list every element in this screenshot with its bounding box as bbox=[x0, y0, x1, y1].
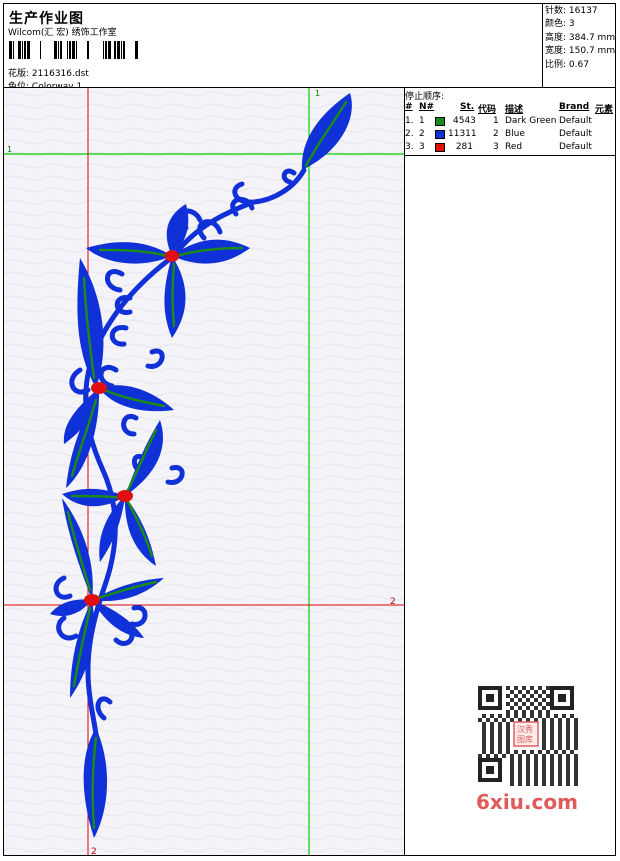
design-value: 2116316.dst bbox=[31, 69, 89, 79]
green-h-marker: 1 bbox=[7, 145, 12, 154]
panel-divider bbox=[404, 88, 405, 856]
fabric-texture bbox=[4, 88, 404, 855]
header: 生产作业图 Wilcom(汇 宏) 绣饰工作室 花版: 2116316.dst … bbox=[3, 3, 616, 92]
color-swatch-blue bbox=[435, 130, 445, 139]
barcode-icon bbox=[9, 41, 138, 59]
design-canvas: 1 1 2 2 bbox=[4, 88, 404, 855]
stat-scale: 比例: 0.67 bbox=[545, 59, 589, 70]
table-row: 2. 2 11311 2 Blue Default bbox=[405, 129, 592, 139]
col-st: St. bbox=[460, 102, 475, 112]
color-swatch-dark-green bbox=[435, 117, 445, 126]
red-v-marker: 2 bbox=[91, 847, 97, 855]
col-brand: Brand bbox=[559, 102, 590, 112]
green-v-marker: 1 bbox=[315, 89, 320, 98]
embroidery-preview: 1 1 2 2 bbox=[4, 88, 404, 855]
col-code: 代码 bbox=[478, 105, 497, 115]
stat-width: 宽度: 150.7 mm bbox=[545, 46, 616, 57]
watermark-brand: 6xiu.com bbox=[476, 790, 578, 814]
col-num: # bbox=[405, 102, 413, 112]
col-n: N# bbox=[419, 102, 435, 112]
stat-height: 高度: 384.7 mm bbox=[545, 32, 616, 43]
stats-panel: 针数: 16137 颜色: 3 高度: 384.7 mm 宽度: 150.7 m… bbox=[542, 3, 616, 88]
svg-text:汉秀: 汉秀 bbox=[517, 724, 533, 734]
col-element: 元素 bbox=[595, 105, 614, 115]
stat-colors: 颜色: 3 bbox=[545, 19, 575, 30]
table-row: 3. 3 281 3 Red Default bbox=[405, 142, 592, 152]
red-h-marker: 2 bbox=[390, 597, 396, 607]
color-swatch-red bbox=[435, 143, 445, 152]
stop-panel-bottom-line bbox=[405, 155, 616, 156]
design-label: 花版: bbox=[8, 69, 30, 79]
stop-table-header: # N# St. 代码 描述 Brand 元素 bbox=[405, 102, 615, 115]
studio-subtitle: Wilcom(汇 宏) 绣饰工作室 bbox=[8, 28, 117, 38]
stop-sequence-title: 停止顺序: bbox=[405, 92, 445, 102]
svg-text:图库: 图库 bbox=[517, 734, 533, 744]
stat-stitches: 针数: 16137 bbox=[545, 6, 598, 16]
table-row: 1. 1 4543 1 Dark Green Default bbox=[405, 116, 592, 126]
col-desc: 描述 bbox=[505, 105, 524, 115]
qr-code-icon: 汉秀图库 bbox=[472, 680, 580, 788]
stop-sequence-panel: 停止顺序: # N# St. 代码 描述 Brand 元素 1. 1 4543 … bbox=[405, 88, 615, 158]
design-info: 花版: 2116316.dst bbox=[8, 66, 89, 79]
